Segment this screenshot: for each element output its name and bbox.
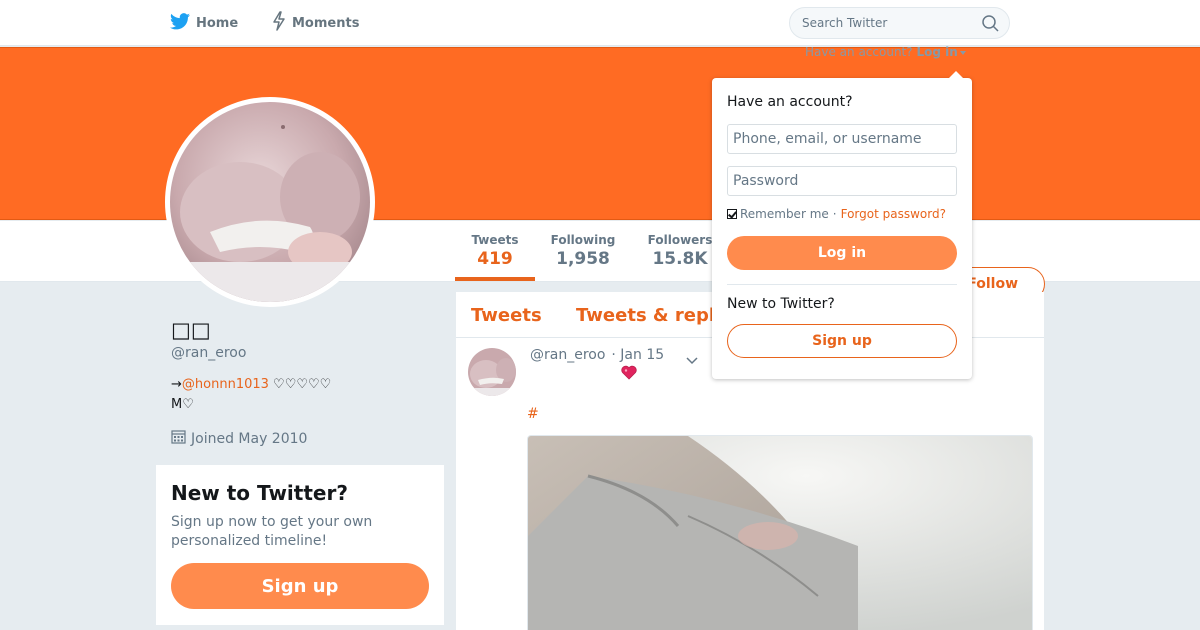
profile-handle[interactable]: @ran_eroo bbox=[171, 345, 246, 361]
new-to-twitter-heading: New to Twitter? bbox=[727, 296, 835, 312]
search-input[interactable] bbox=[802, 8, 972, 38]
tweet-media-image[interactable] bbox=[527, 435, 1033, 630]
stat-tweets[interactable]: Tweets 419 bbox=[455, 233, 535, 269]
dropdown-heading: Have an account? bbox=[727, 94, 853, 110]
profile-joined: Joined May 2010 bbox=[171, 429, 307, 448]
twitter-bird-icon bbox=[170, 12, 196, 34]
profile-name: □□ bbox=[171, 318, 211, 342]
signup-card-title: New to Twitter? bbox=[171, 481, 348, 505]
account-prompt: Have an account? Log in bbox=[805, 45, 966, 59]
login-link[interactable]: Log in bbox=[916, 45, 957, 59]
signup-card-description: Sign up now to get your own personalized… bbox=[171, 514, 373, 549]
bio-hearts: ♡♡♡♡♡ bbox=[268, 377, 332, 392]
remember-row: Remember me · Forgot password? bbox=[727, 207, 946, 221]
login-dropdown: Have an account? Remember me · Forgot pa… bbox=[712, 71, 972, 379]
stat-tweets-label: Tweets bbox=[471, 233, 519, 247]
stat-followers-label: Followers bbox=[647, 233, 713, 247]
search-icon[interactable] bbox=[982, 15, 999, 36]
search-box bbox=[789, 7, 1010, 39]
profile-avatar[interactable] bbox=[165, 97, 375, 307]
login-button[interactable]: Log in bbox=[727, 236, 957, 270]
tweet-header: @ran_eroo · Jan 15 bbox=[530, 347, 664, 363]
calendar-icon bbox=[171, 429, 191, 448]
nav-moments-label: Moments bbox=[292, 15, 360, 31]
remember-checkbox[interactable] bbox=[727, 209, 737, 219]
tweet-date[interactable]: · Jan 15 bbox=[611, 347, 664, 363]
separator-dot: · bbox=[832, 207, 837, 221]
stat-followers-count: 15.8K bbox=[652, 249, 708, 269]
dropdown-arrow bbox=[948, 71, 964, 79]
chevron-down-icon[interactable] bbox=[686, 350, 698, 369]
top-nav: Home Moments bbox=[0, 0, 1200, 46]
lightning-icon bbox=[272, 11, 292, 35]
stat-followers[interactable]: Followers 15.8K bbox=[640, 233, 720, 269]
signup-card-button[interactable]: Sign up bbox=[171, 563, 429, 609]
tweet-handle[interactable]: @ran_eroo bbox=[530, 347, 605, 363]
password-field[interactable] bbox=[727, 166, 957, 196]
bio-arrow: → bbox=[171, 377, 182, 392]
tweet-hashtag-link[interactable]: # bbox=[527, 406, 539, 422]
tab-tweets-replies[interactable]: Tweets & repl bbox=[576, 305, 715, 326]
profile-bio-line1: →@honnn1013 ♡♡♡♡♡ bbox=[171, 377, 331, 392]
profile-bio-line2: M♡ bbox=[171, 397, 194, 412]
remember-label[interactable]: Remember me bbox=[740, 207, 829, 221]
username-field[interactable] bbox=[727, 124, 957, 154]
stat-following-count: 1,958 bbox=[556, 249, 610, 269]
forgot-password-link[interactable]: Forgot password? bbox=[841, 207, 946, 221]
caret-down-icon[interactable] bbox=[959, 50, 966, 55]
account-prompt-text: Have an account? bbox=[805, 45, 913, 59]
active-tab-underline bbox=[455, 277, 535, 281]
bio-mention-link[interactable]: @honnn1013 bbox=[182, 377, 269, 392]
signup-card: New to Twitter? Sign up now to get your … bbox=[156, 465, 444, 625]
dropdown-signup-button[interactable]: Sign up bbox=[727, 324, 957, 358]
nav-home-link[interactable]: Home bbox=[170, 12, 238, 34]
stat-tweets-count: 419 bbox=[477, 249, 513, 269]
dropdown-divider bbox=[727, 284, 957, 285]
tab-tweets[interactable]: Tweets bbox=[471, 305, 542, 326]
heart-icon bbox=[621, 365, 637, 384]
stat-following[interactable]: Following 1,958 bbox=[545, 233, 621, 269]
tweet-avatar[interactable] bbox=[468, 348, 516, 396]
nav-home-label: Home bbox=[196, 15, 239, 31]
nav-moments-link[interactable]: Moments bbox=[272, 11, 360, 35]
stat-following-label: Following bbox=[550, 233, 616, 247]
joined-text: Joined May 2010 bbox=[191, 430, 308, 447]
